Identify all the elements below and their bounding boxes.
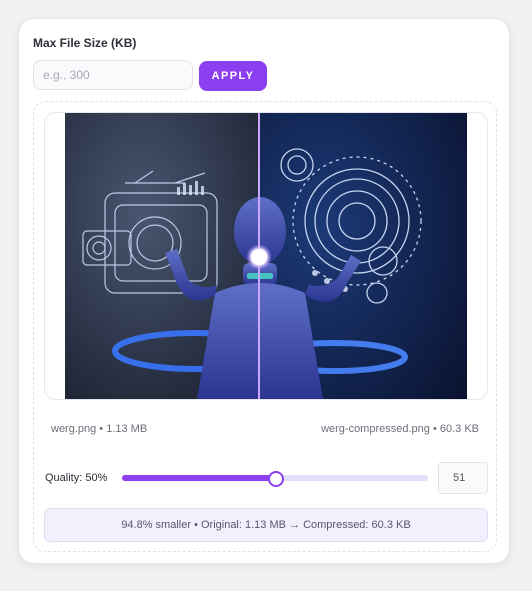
quality-value-input[interactable]: [438, 462, 488, 494]
compression-summary: 94.8% smaller • Original: 1.13 MB → Comp…: [44, 508, 488, 542]
compressor-card: Max File Size (KB) APPLY: [18, 18, 510, 564]
quality-label: Quality: 50%: [45, 472, 108, 484]
comparison-image: [65, 113, 467, 399]
max-file-size-label: Max File Size (KB): [33, 36, 137, 50]
quality-slider-thumb[interactable]: [268, 471, 284, 487]
apply-button[interactable]: APPLY: [199, 61, 267, 91]
compressed-file-info: werg-compressed.png • 60.3 KB: [321, 423, 479, 435]
original-file-info: werg.png • 1.13 MB: [51, 423, 148, 435]
drop-zone[interactable]: werg.png • 1.13 MB werg-compressed.png •…: [33, 101, 497, 552]
comparison-preview: [44, 112, 488, 400]
quality-slider[interactable]: [122, 471, 428, 487]
quality-slider-fill: [122, 475, 275, 481]
max-file-size-input[interactable]: [33, 60, 193, 90]
